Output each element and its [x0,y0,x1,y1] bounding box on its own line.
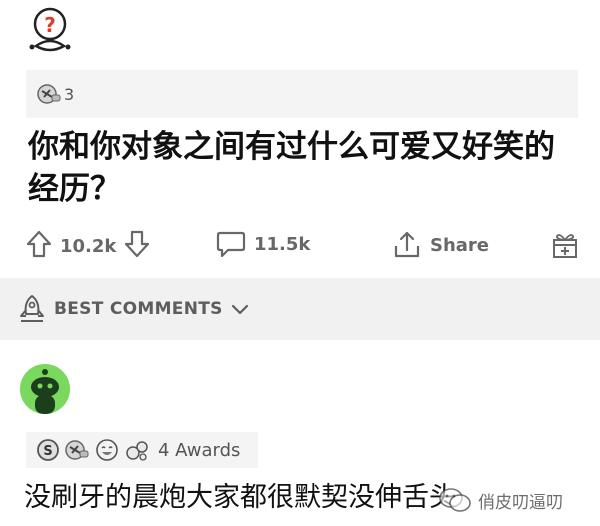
comment-bubble-icon [216,231,246,258]
share-button[interactable]: Share [392,230,489,260]
comment-awards-label: 4 Awards [158,439,241,461]
chevron-down-icon [231,304,248,315]
share-label: Share [430,234,490,256]
downvote-button[interactable] [124,230,150,263]
upvote-button[interactable] [26,230,52,263]
svg-text:?: ? [44,13,56,37]
svg-text:S: S [43,444,52,459]
post-author-avatar[interactable]: ? [28,6,72,54]
rocket-icon [20,295,44,322]
silver-award-icon [65,440,89,460]
share-icon [394,231,420,258]
question-snoo-icon: ? [29,7,71,52]
comment-sort-band: BEST COMMENTS [0,278,600,340]
bubbles-award-icon [126,441,148,461]
gift-icon [553,234,577,258]
downvote-arrow-icon [125,230,150,258]
post-title: 你和你对象之间有过什么可爱又好笑的经历？ [28,129,555,207]
vote-group: 10.2k [26,230,150,263]
snoo-avatar-icon [20,364,70,414]
watermark-text: 俏皮叨逼叨 [478,492,563,513]
post-award-count: 3 [64,84,75,104]
post-awards[interactable]: 3 [26,70,578,118]
comment-author-avatar[interactable] [20,364,70,414]
vote-count: 10.2k [60,236,117,257]
comments-button[interactable]: 11.5k [216,230,310,258]
watermark: 俏皮叨逼叨 [438,480,563,520]
sort-label: BEST COMMENTS [54,299,223,319]
comment-count: 11.5k [254,233,311,255]
post-action-bar: 10.2k 11.5k Share [0,228,600,264]
silver-award-icon [36,81,62,107]
laughing-face-award-icon [96,439,118,461]
chat-bubbles-logo-icon [439,488,471,512]
sort-dropdown[interactable]: BEST COMMENTS [18,294,249,324]
silver-coin-award-icon: S [37,439,59,461]
comment-awards[interactable]: S 4 Awards [26,432,258,468]
give-award-button[interactable] [550,230,580,260]
upvote-arrow-icon [26,230,52,258]
